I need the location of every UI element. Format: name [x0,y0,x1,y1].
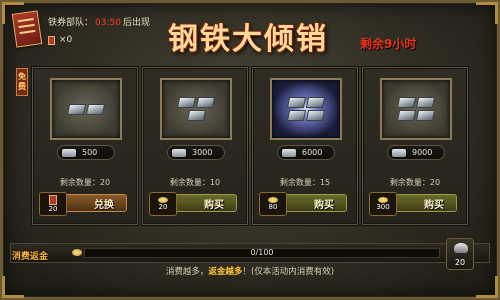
iron-item-image[interactable] [50,78,122,140]
cost-badge: 20 [149,192,177,216]
iron-amount: 500 [57,145,115,160]
free-label: 免费 [18,72,26,91]
iron-icon [62,103,110,115]
iron-small-icon [62,148,76,157]
iron-amount-value: 500 [82,148,98,157]
iron-item-image[interactable] [160,78,232,140]
item-card-3: 6000 剩余数量：15 购买 80 [252,67,358,225]
iron-icon [392,97,440,121]
iron-small-icon [392,148,406,157]
corner-ornament [2,276,24,298]
silver-pot-icon [454,243,468,253]
item-card-2: 3000 剩余数量：10 购买 20 [142,67,248,225]
cost-value: 300 [376,202,390,211]
iron-icon [172,97,220,121]
remaining-quantity: 剩余数量：20 [389,178,441,187]
iron-amount-value: 3000 [192,148,213,157]
cost-value: 20 [158,202,168,211]
iron-icon [282,97,330,121]
iron-amount: 9000 [387,145,445,160]
reset-timer-line: 铁券部队： 03:50 后出现 [48,15,150,28]
note-highlight: 返金越多 [208,267,243,277]
rebate-label: 消费返金 [12,252,49,262]
cost-value: 80 [268,202,278,211]
corner-ornament [476,2,498,24]
cost-badge: 80 [259,192,287,216]
iron-amount-value: 9000 [412,148,433,157]
page-title: 钢铁大倾销 [168,14,328,58]
rebate-progress-text: 0/100 [250,248,274,257]
iron-item-image[interactable] [380,78,452,140]
reset-prefix: 铁券部队： [48,18,94,28]
iron-amount: 6000 [277,145,335,160]
iron-item-image[interactable] [270,78,342,140]
item-card-1: 500 剩余数量：20 兑换 20 [32,67,138,225]
iron-amount-value: 6000 [302,148,323,157]
ticket-count-line: ×0 [48,35,72,45]
rebate-note: 消费越多，返金越多！(仅本活动内消费有效) [0,265,500,277]
gold-icon [72,249,82,256]
remaining-quantity: 剩余数量：10 [169,178,221,187]
item-card-4: 9000 剩余数量：20 购买 300 [362,67,468,225]
iron-small-icon [282,148,296,157]
ticket-cost-icon [49,194,57,205]
iron-small-icon [172,148,186,157]
cost-badge: 300 [369,192,397,216]
reset-suffix: 后出现 [122,18,150,28]
ticket-small-icon [48,35,55,45]
cost-badge: 20 [39,192,67,216]
note-suffix: ！(仅本活动内消费有效) [242,267,335,277]
reset-timer: 03:50 [95,18,121,28]
ticket-count: ×0 [59,35,73,45]
corner-ornament [476,276,498,298]
iron-amount: 3000 [167,145,225,160]
ticket-icon [11,10,43,48]
remaining-quantity: 剩余数量：20 [59,178,111,187]
remaining-quantity: 剩余数量：15 [279,178,331,187]
cost-value: 20 [48,204,58,213]
time-remaining: 剩余9小时 [360,37,417,51]
note-prefix: 消费越多， [165,267,209,277]
